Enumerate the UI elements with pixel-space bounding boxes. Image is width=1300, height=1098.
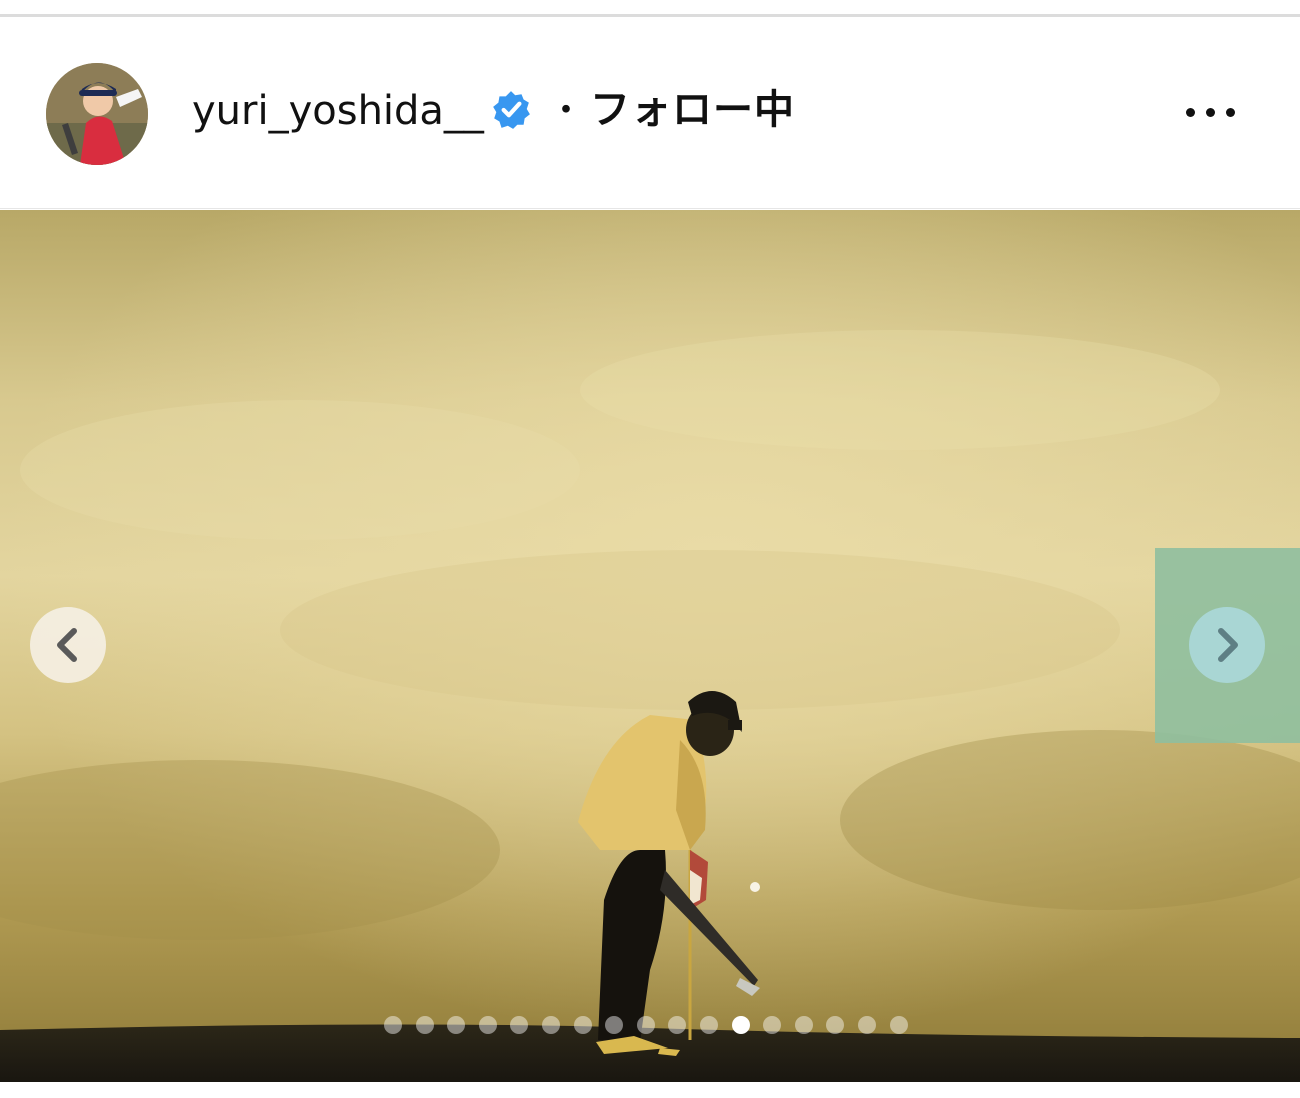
pager-dot[interactable] — [763, 1016, 782, 1034]
carousel-pager — [384, 1016, 914, 1036]
pager-dot[interactable] — [447, 1016, 466, 1034]
pager-dot[interactable] — [605, 1016, 624, 1034]
pager-dot[interactable] — [858, 1016, 876, 1034]
pager-dot[interactable] — [573, 1016, 592, 1034]
pager-dot[interactable] — [826, 1016, 845, 1034]
username[interactable]: yuri_yoshida__ — [192, 86, 484, 136]
pager-dot[interactable] — [636, 1016, 655, 1034]
post-carousel[interactable] — [0, 210, 1300, 1082]
pager-dot[interactable] — [415, 1016, 434, 1034]
pager-dot[interactable] — [794, 1016, 813, 1034]
post-header: yuri_yoshida__ ・ フォロー中 — [0, 18, 1300, 209]
more-horizontal-icon — [1226, 108, 1235, 117]
chevron-left-icon — [57, 628, 77, 662]
pager-dot[interactable] — [478, 1016, 497, 1034]
next-slide-button[interactable] — [1189, 607, 1265, 683]
pager-dot[interactable] — [510, 1016, 529, 1034]
pager-dot[interactable] — [731, 1016, 750, 1034]
pager-dot[interactable] — [700, 1016, 718, 1034]
pager-dot[interactable] — [668, 1016, 687, 1034]
separator-dot: ・ — [548, 90, 585, 131]
post-footer — [0, 1082, 1300, 1098]
more-horizontal-icon — [1186, 108, 1195, 117]
pager-dot[interactable] — [889, 1016, 908, 1034]
pager-dot[interactable] — [384, 1016, 402, 1034]
verified-badge-icon — [493, 91, 530, 129]
previous-slide-button[interactable] — [30, 607, 106, 683]
golfer-photo — [0, 210, 1300, 1082]
chevron-right-icon — [1218, 628, 1238, 662]
pager-dot[interactable] — [542, 1016, 560, 1034]
follow-status-button[interactable]: フォロー中 — [590, 84, 795, 136]
top-divider — [0, 14, 1300, 17]
profile-photo-icon — [46, 63, 148, 165]
avatar[interactable] — [46, 63, 148, 165]
more-options-button[interactable] — [1180, 98, 1242, 128]
more-horizontal-icon — [1206, 108, 1215, 117]
